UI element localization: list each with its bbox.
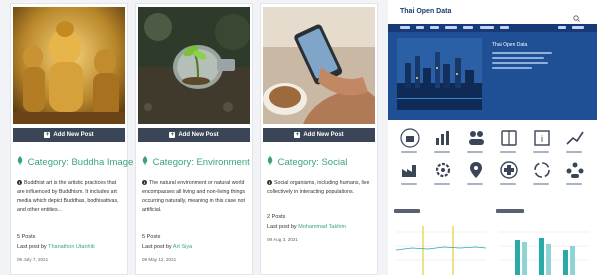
add-new-post-button[interactable]: + Add New Post bbox=[138, 128, 250, 142]
nav-item[interactable] bbox=[430, 26, 439, 29]
add-new-post-button[interactable]: + Add New Post bbox=[13, 128, 125, 142]
leaf-icon bbox=[142, 156, 148, 168]
hero-text-line bbox=[492, 57, 544, 59]
category-card-environment: + Add New Post Category: Environment i Th… bbox=[135, 3, 253, 275]
bar-chart-thumbnail[interactable] bbox=[495, 220, 593, 275]
plus-icon: + bbox=[44, 132, 51, 138]
category-cards: + Add New Post Category: Buddha Image iB… bbox=[0, 0, 385, 275]
nav-item[interactable] bbox=[463, 26, 473, 29]
add-new-post-label: Add New Post bbox=[303, 132, 344, 138]
icon-label bbox=[533, 151, 549, 153]
hero-text-line bbox=[492, 67, 532, 69]
leaf-icon bbox=[17, 156, 23, 168]
info-icon[interactable]: i bbox=[532, 128, 552, 148]
site-logo[interactable]: Thai Open Data bbox=[400, 8, 451, 15]
post-date: 09 Aug 3, 2021 bbox=[267, 237, 298, 242]
health-icon[interactable] bbox=[499, 160, 519, 180]
post-count: 2 Posts bbox=[267, 214, 286, 220]
nav-item[interactable] bbox=[480, 26, 494, 29]
category-name: Environment bbox=[196, 157, 250, 168]
map-pin-icon[interactable] bbox=[466, 160, 486, 180]
last-post-author-link[interactable]: Thanathon Utanhiti bbox=[48, 244, 94, 250]
hero-text-line bbox=[492, 52, 552, 54]
last-post-author-link[interactable]: Mohammad Takhim bbox=[298, 224, 346, 230]
last-post: Last post by Art Siya bbox=[142, 244, 193, 250]
people-icon[interactable] bbox=[466, 128, 486, 148]
nav-item[interactable] bbox=[558, 26, 566, 29]
info-icon: i bbox=[267, 180, 272, 185]
plus-icon: + bbox=[169, 132, 176, 138]
info-icon: i bbox=[142, 180, 147, 185]
site-hero-banner: Thai Open Data bbox=[388, 32, 597, 120]
growth-chart-icon[interactable] bbox=[565, 128, 585, 148]
category-description: i Social organisms, including humans, liv… bbox=[267, 180, 370, 195]
category-description: i Buddhist art is the artistic practices … bbox=[17, 180, 119, 213]
city-skyline-image bbox=[397, 38, 482, 110]
icon-label bbox=[401, 183, 417, 185]
category-card-buddha-image: + Add New Post Category: Buddha Image iB… bbox=[10, 3, 133, 275]
icon-label bbox=[467, 151, 483, 153]
last-post-author-link[interactable]: Art Siya bbox=[173, 244, 192, 250]
line-chart-thumbnail[interactable] bbox=[392, 220, 490, 275]
icon-label bbox=[401, 151, 417, 153]
social-photo[interactable] bbox=[263, 7, 375, 124]
nav-item[interactable] bbox=[572, 26, 584, 29]
category-title[interactable]: Category: Buddha Image bbox=[17, 156, 133, 168]
category-title[interactable]: Category: Social bbox=[267, 156, 375, 168]
category-prefix: Category: bbox=[27, 157, 69, 168]
chart-heading bbox=[496, 209, 524, 213]
nav-item[interactable] bbox=[500, 26, 509, 29]
icon-label bbox=[467, 183, 483, 185]
nav-item[interactable] bbox=[445, 26, 457, 29]
leaf-icon bbox=[267, 156, 273, 168]
category-name: Social bbox=[321, 157, 348, 168]
icon-label bbox=[533, 183, 549, 185]
community-icon[interactable] bbox=[565, 160, 585, 180]
post-count: 5 Posts bbox=[17, 234, 36, 240]
plus-icon: + bbox=[294, 132, 301, 138]
icon-label bbox=[500, 151, 516, 153]
chart-heading bbox=[394, 209, 420, 213]
site-nav-bar bbox=[388, 24, 597, 32]
info-icon: i bbox=[17, 180, 22, 185]
hero-title: Thai Open Data bbox=[492, 42, 528, 48]
category-card-social: + Add New Post Category: Social i Social … bbox=[260, 3, 378, 275]
nav-item[interactable] bbox=[416, 26, 424, 29]
environment-photo[interactable] bbox=[138, 7, 250, 124]
nav-item[interactable] bbox=[400, 26, 410, 29]
category-description: i The natural environment or natural worl… bbox=[142, 180, 246, 213]
government-icon[interactable] bbox=[400, 128, 420, 148]
buddha-image-photo[interactable] bbox=[13, 7, 125, 124]
book-icon[interactable] bbox=[499, 128, 519, 148]
hero-text-line bbox=[492, 62, 548, 64]
category-icon-grid: i bbox=[388, 124, 597, 194]
category-title[interactable]: Category: Environment bbox=[142, 156, 250, 168]
chart-icon[interactable] bbox=[433, 128, 453, 148]
icon-label bbox=[566, 151, 582, 153]
category-name: Buddha Image bbox=[71, 157, 134, 168]
factory-icon[interactable] bbox=[400, 160, 420, 180]
search-icon[interactable] bbox=[573, 9, 580, 22]
last-post: Last post by Thanathon Utanhiti bbox=[17, 244, 95, 250]
category-prefix: Category: bbox=[277, 157, 319, 168]
recycle-icon[interactable] bbox=[532, 160, 552, 180]
add-new-post-button[interactable]: + Add New Post bbox=[263, 128, 375, 142]
svg-text:i: i bbox=[541, 134, 543, 144]
icon-label bbox=[434, 151, 450, 153]
thai-open-data-website-preview[interactable]: Thai Open Data Thai Open Data i bbox=[388, 0, 597, 275]
icon-label bbox=[434, 183, 450, 185]
post-date: 09 May 12, 2021 bbox=[142, 257, 177, 262]
add-new-post-label: Add New Post bbox=[178, 132, 219, 138]
category-prefix: Category: bbox=[152, 157, 194, 168]
site-header: Thai Open Data bbox=[388, 0, 597, 24]
gear-icon[interactable] bbox=[433, 160, 453, 180]
icon-label bbox=[566, 183, 582, 185]
add-new-post-label: Add New Post bbox=[53, 132, 94, 138]
icon-label bbox=[500, 183, 516, 185]
last-post: Last post by Mohammad Takhim bbox=[267, 224, 347, 230]
post-date: 09 July 7, 2021 bbox=[17, 257, 49, 262]
post-count: 5 Posts bbox=[142, 234, 161, 240]
